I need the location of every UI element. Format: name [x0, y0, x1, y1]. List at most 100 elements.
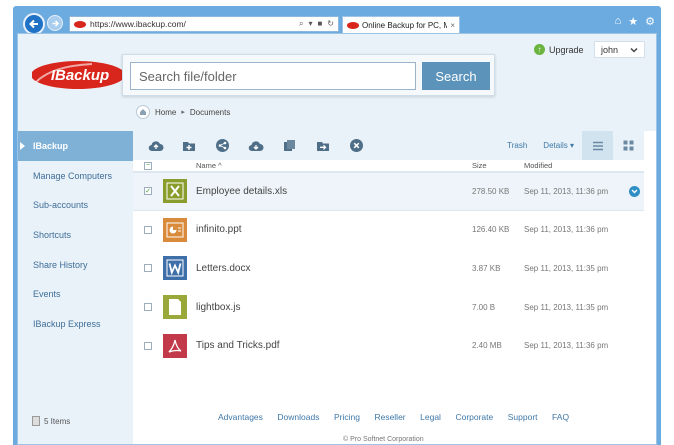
dropdown-icon[interactable]: ▾ — [308, 19, 312, 29]
file-name: Tips and Tricks.pdf — [196, 340, 280, 352]
settings-gear-icon[interactable]: ⚙ — [645, 15, 655, 28]
row-checkbox[interactable] — [144, 341, 152, 350]
url-text: https://www.ibackup.com/ — [90, 19, 186, 29]
grid-view-icon — [623, 140, 634, 151]
new-folder-button[interactable] — [173, 131, 207, 160]
search-input[interactable] — [130, 62, 416, 90]
file-row[interactable]: infinito.ppt 126.40 KB Sep 11, 2013, 11:… — [133, 211, 644, 250]
file-size: 2.40 MB — [472, 341, 502, 351]
upgrade-link[interactable]: ↑ Upgrade — [534, 44, 584, 55]
site-favicon-icon — [74, 20, 86, 28]
web-page: IBackup Search ↑ Upgrade john Home ▸ Doc… — [17, 33, 657, 445]
grid-view-button[interactable] — [613, 131, 644, 160]
row-checkbox[interactable] — [144, 303, 152, 312]
refresh-icon[interactable]: ↻ — [327, 19, 334, 29]
powerpoint-file-icon — [163, 217, 187, 242]
browser-window: https://www.ibackup.com/ ⌕ ▾ ■ ↻ Online … — [13, 6, 661, 445]
tab-title: Online Backup for PC, Mac ... — [362, 20, 447, 30]
delete-icon — [350, 139, 364, 152]
breadcrumb-current[interactable]: Documents — [190, 108, 230, 117]
ibackup-logo: IBackup — [32, 61, 125, 89]
breadcrumb: Home ▸ Documents — [136, 105, 230, 119]
footer-link-corporate[interactable]: Corporate — [455, 412, 493, 422]
sidebar-item-events[interactable]: Events — [18, 279, 133, 309]
file-name: Letters.docx — [196, 262, 251, 274]
favorites-star-icon[interactable]: ★ — [628, 15, 638, 28]
footer-link-legal[interactable]: Legal — [420, 412, 441, 422]
row-checkbox[interactable] — [144, 225, 152, 234]
brand-name: IBackup — [51, 67, 109, 84]
arrow-left-icon — [29, 19, 38, 29]
search-icon[interactable]: ⌕ — [299, 19, 303, 29]
download-button[interactable] — [240, 131, 274, 160]
footer-link-advantages[interactable]: Advantages — [218, 412, 263, 422]
upload-button[interactable] — [139, 131, 173, 160]
file-row[interactable]: Tips and Tricks.pdf 2.40 MB Sep 11, 2013… — [133, 326, 644, 365]
file-row[interactable]: ✓ Employee details.xls 278.50 KB Sep 11,… — [133, 172, 644, 211]
sidebar-item-ibackup[interactable]: IBackup — [18, 131, 133, 161]
item-count-label: 5 Items — [44, 416, 71, 426]
browser-tab[interactable]: Online Backup for PC, Mac ... × — [342, 16, 460, 33]
file-row[interactable]: lightbox.js 7.00 B Sep 11, 2013, 11:35 p… — [133, 288, 644, 327]
row-checkbox[interactable]: ✓ — [144, 187, 152, 196]
copyright: © Pro Softnet Corporation — [343, 436, 424, 443]
details-dropdown[interactable]: Details ▾ — [535, 141, 582, 150]
sidebar-item-label: Events — [33, 289, 61, 300]
select-all-checkbox[interactable]: − — [144, 161, 152, 170]
trash-link[interactable]: Trash — [499, 141, 535, 150]
chevron-down-icon — [630, 47, 638, 53]
copy-button[interactable] — [273, 131, 307, 160]
sidebar-item-label: Shortcuts — [33, 229, 72, 240]
sidebar: IBackup Manage Computers Sub-accounts Sh… — [18, 131, 133, 444]
sidebar-item-sub-accounts[interactable]: Sub-accounts — [18, 190, 133, 220]
file-modified: Sep 11, 2013, 11:36 pm — [524, 186, 609, 196]
file-modified: Sep 11, 2013, 11:35 pm — [524, 263, 609, 273]
tab-close-icon[interactable]: × — [450, 21, 455, 30]
new-folder-icon — [183, 141, 196, 151]
footer-link-pricing[interactable]: Pricing — [334, 412, 360, 422]
sidebar-item-label: Manage Computers — [33, 170, 113, 181]
sidebar-item-label: IBackup Express — [33, 318, 101, 329]
sidebar-item-ibackup-express[interactable]: IBackup Express — [18, 309, 133, 339]
sidebar-item-share-history[interactable]: Share History — [18, 250, 133, 280]
pdf-file-icon — [163, 333, 187, 358]
column-header-modified[interactable]: Modified — [524, 161, 624, 170]
search-button[interactable]: Search — [422, 62, 490, 90]
footer-link-faq[interactable]: FAQ — [552, 412, 569, 422]
breadcrumb-home[interactable]: Home — [155, 108, 176, 117]
file-size: 126.40 KB — [472, 225, 510, 235]
list-view-button[interactable] — [582, 131, 613, 160]
forward-button[interactable] — [47, 15, 63, 31]
back-button[interactable] — [23, 13, 45, 35]
footer-link-reseller[interactable]: Reseller — [374, 412, 405, 422]
sidebar-item-shortcuts[interactable]: Shortcuts — [18, 220, 133, 250]
file-row[interactable]: Letters.docx 3.87 KB Sep 11, 2013, 11:35… — [133, 249, 644, 288]
column-header-name[interactable]: Name ^ — [196, 161, 472, 170]
home-icon[interactable]: ⌂ — [615, 15, 622, 28]
cloud-download-icon — [248, 140, 264, 151]
user-menu[interactable]: john — [594, 41, 645, 58]
column-header-size[interactable]: Size — [472, 161, 524, 170]
share-icon — [216, 139, 230, 152]
script-file-icon — [163, 295, 187, 320]
footer-links: Advantages Downloads Pricing Reseller Le… — [218, 412, 569, 422]
row-actions-chevron-icon[interactable] — [629, 185, 640, 197]
home-icon[interactable] — [136, 105, 150, 119]
site-favicon-icon — [347, 21, 359, 29]
file-name: infinito.ppt — [196, 224, 242, 236]
list-view-icon — [592, 141, 603, 150]
copy-icon — [284, 140, 296, 151]
file-modified: Sep 11, 2013, 11:36 pm — [524, 225, 609, 235]
move-button[interactable] — [307, 131, 341, 160]
sidebar-item-manage-computers[interactable]: Manage Computers — [18, 161, 133, 191]
delete-button[interactable] — [340, 131, 374, 160]
excel-file-icon — [163, 179, 187, 204]
share-button[interactable] — [206, 131, 240, 160]
footer-link-downloads[interactable]: Downloads — [277, 412, 319, 422]
file-size: 3.87 KB — [472, 263, 501, 273]
search-panel: Search — [122, 54, 495, 96]
address-bar[interactable]: https://www.ibackup.com/ ⌕ ▾ ■ ↻ — [69, 16, 339, 32]
row-checkbox[interactable] — [144, 264, 152, 273]
footer-link-support[interactable]: Support — [508, 412, 538, 422]
breadcrumb-separator-icon: ▸ — [181, 109, 185, 116]
